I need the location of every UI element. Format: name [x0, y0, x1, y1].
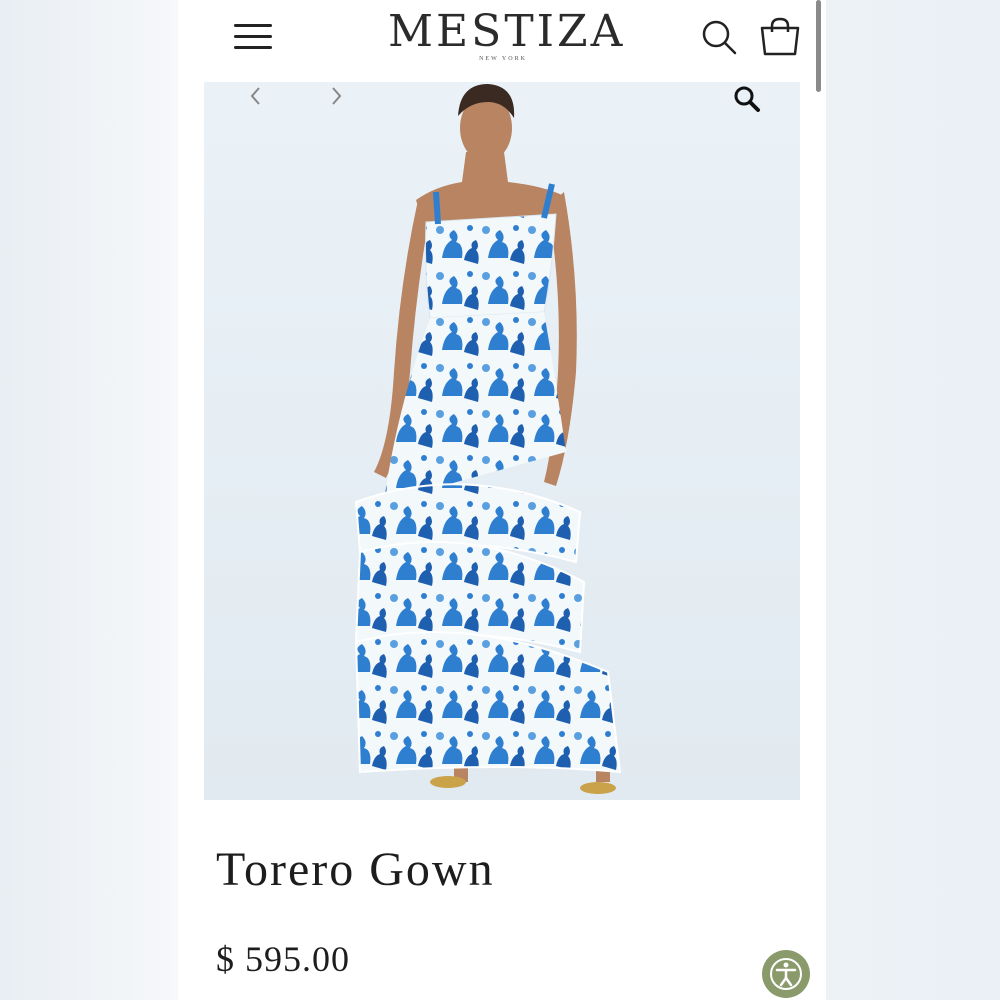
shopping-bag-icon[interactable]: [758, 16, 802, 58]
product-image-gallery[interactable]: [204, 82, 800, 800]
product-price: $ 595.00: [216, 939, 350, 979]
site-header: MESTIZA NEW YORK: [178, 0, 826, 82]
hamburger-menu-icon[interactable]: [234, 22, 272, 52]
search-icon[interactable]: [700, 18, 738, 56]
brand-logo[interactable]: MESTIZA NEW YORK: [388, 6, 626, 62]
zoom-icon[interactable]: [732, 84, 762, 114]
brand-name: MESTIZA: [388, 6, 626, 57]
accessibility-icon[interactable]: [762, 950, 810, 998]
mobile-viewport: MESTIZA NEW YORK Torero Gown $ 595.00: [178, 0, 826, 1000]
product-photo: [204, 82, 800, 800]
chevron-right-icon[interactable]: [324, 84, 348, 108]
product-title: Torero Gown: [216, 843, 495, 896]
scrollbar[interactable]: [816, 0, 821, 92]
chevron-left-icon[interactable]: [244, 84, 268, 108]
